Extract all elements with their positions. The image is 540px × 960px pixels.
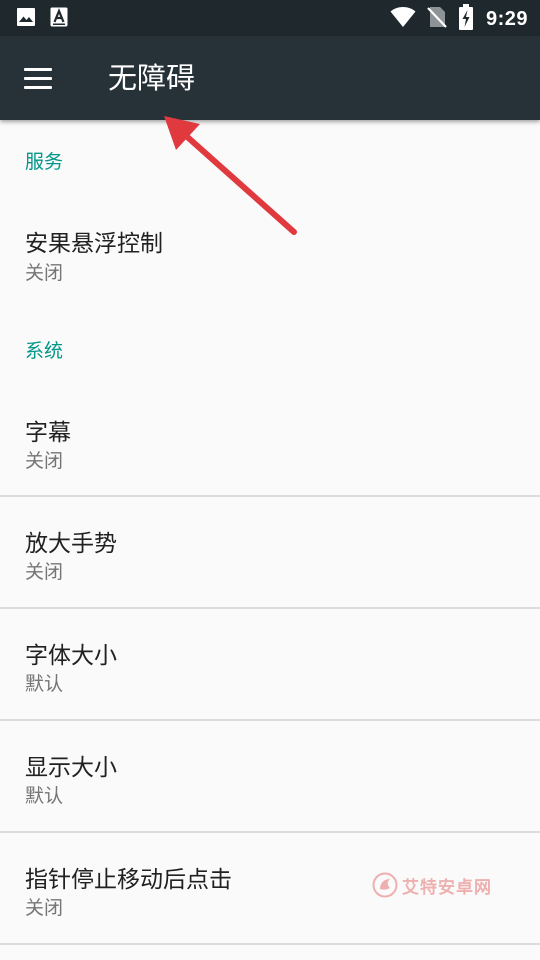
divider [0,943,540,945]
list-item-display-size[interactable]: 显示大小 默认 [0,721,540,831]
list-item-summary: 关闭 [25,262,64,284]
no-sim-icon [426,5,448,33]
battery-charging-icon [458,4,474,34]
category-system: 系统 [25,340,64,362]
image-icon [16,7,36,31]
list-item-title: 放大手势 [25,531,117,557]
list-item-magnification-gesture[interactable]: 放大手势 关闭 [0,497,540,607]
list-item-summary: 默认 [25,673,64,695]
page-title: 无障碍 [108,61,196,95]
list-item-title: 显示大小 [25,755,117,781]
category-services: 服务 [25,151,64,173]
list-item-title: 字幕 [25,420,71,446]
list-item-summary: 关闭 [25,561,64,583]
app-toolbar: 无障碍 [0,36,540,120]
accessibility-settings-screen: 9:29 无障碍 服务 安果悬浮控制 关闭 系统 字幕 关闭 放大手势 关闭 字… [0,0,540,960]
status-bar: 9:29 [0,0,540,36]
settings-list: 服务 安果悬浮控制 关闭 系统 字幕 关闭 放大手势 关闭 字体大小 默认 显示… [0,120,540,960]
list-item-summary: 关闭 [25,897,64,919]
list-item-title: 安果悬浮控制 [25,231,163,257]
hamburger-menu-icon[interactable] [16,58,60,98]
list-item-title: 字体大小 [25,643,117,669]
list-item-summary: 关闭 [25,450,64,472]
list-item-anguo-float-control[interactable]: 安果悬浮控制 关闭 [0,210,540,310]
list-item-captions[interactable]: 字幕 关闭 [0,400,540,496]
list-item-title: 指针停止移动后点击 [25,867,232,893]
wifi-icon [390,6,416,32]
text-a-icon [50,7,68,31]
status-time: 9:29 [485,7,528,30]
watermark: 艾特安卓网 [372,872,492,898]
watermark-text: 艾特安卓网 [402,877,492,898]
watermark-logo-icon [372,872,398,898]
list-item-font-size[interactable]: 字体大小 默认 [0,609,540,719]
list-item-summary: 默认 [25,785,64,807]
